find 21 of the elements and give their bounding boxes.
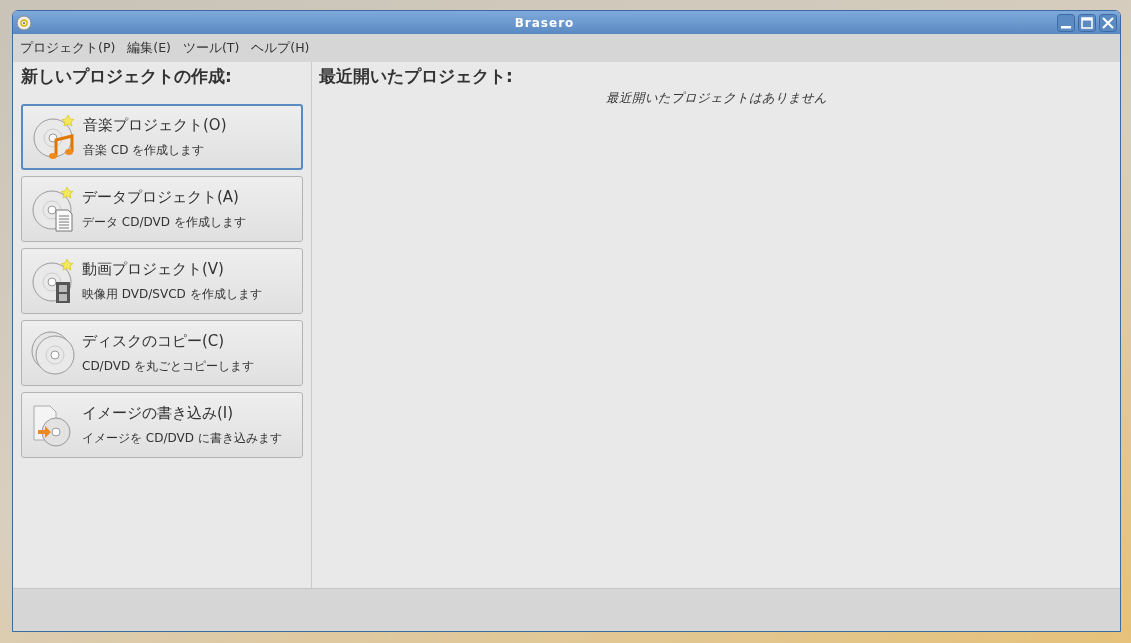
empty-message: 最近開いたプロジェクトはありません <box>604 90 828 107</box>
section-heading: 新しいプロジェクトの作成: <box>21 65 233 88</box>
disc-icon <box>30 330 76 376</box>
window-title: Brasero <box>513 15 576 30</box>
menu-item[interactable]: プロジェクト(P) <box>20 39 116 57</box>
disc-icon <box>30 258 76 304</box>
project-button[interactable]: イメージの書き込み(I) イメージを CD/DVD に書き込みます <box>21 392 303 458</box>
close-icon[interactable] <box>1099 13 1117 32</box>
project-button[interactable]: データプロジェクト(A) データ CD/DVD を作成します <box>21 176 303 242</box>
disc-icon <box>16 14 32 31</box>
minimize-icon[interactable] <box>1057 13 1075 32</box>
maximize-icon[interactable] <box>1078 13 1096 32</box>
project-button[interactable]: 動画プロジェクト(V) 映像用 DVD/SVCD を作成します <box>21 248 303 314</box>
menu-item[interactable]: ヘルプ(H) <box>251 39 310 57</box>
menu-item[interactable]: ツール(T) <box>182 39 240 57</box>
section-heading: 最近開いたプロジェクト: <box>319 65 514 88</box>
disc-icon <box>31 114 77 160</box>
project-button[interactable]: ディスクのコピー(C) CD/DVD を丸ごとコピーします <box>21 320 303 386</box>
project-button[interactable]: 音楽プロジェクト(O) 音楽 CD を作成します <box>21 104 303 170</box>
menu-item[interactable]: 編集(E) <box>127 39 171 57</box>
disc-icon <box>30 186 76 232</box>
